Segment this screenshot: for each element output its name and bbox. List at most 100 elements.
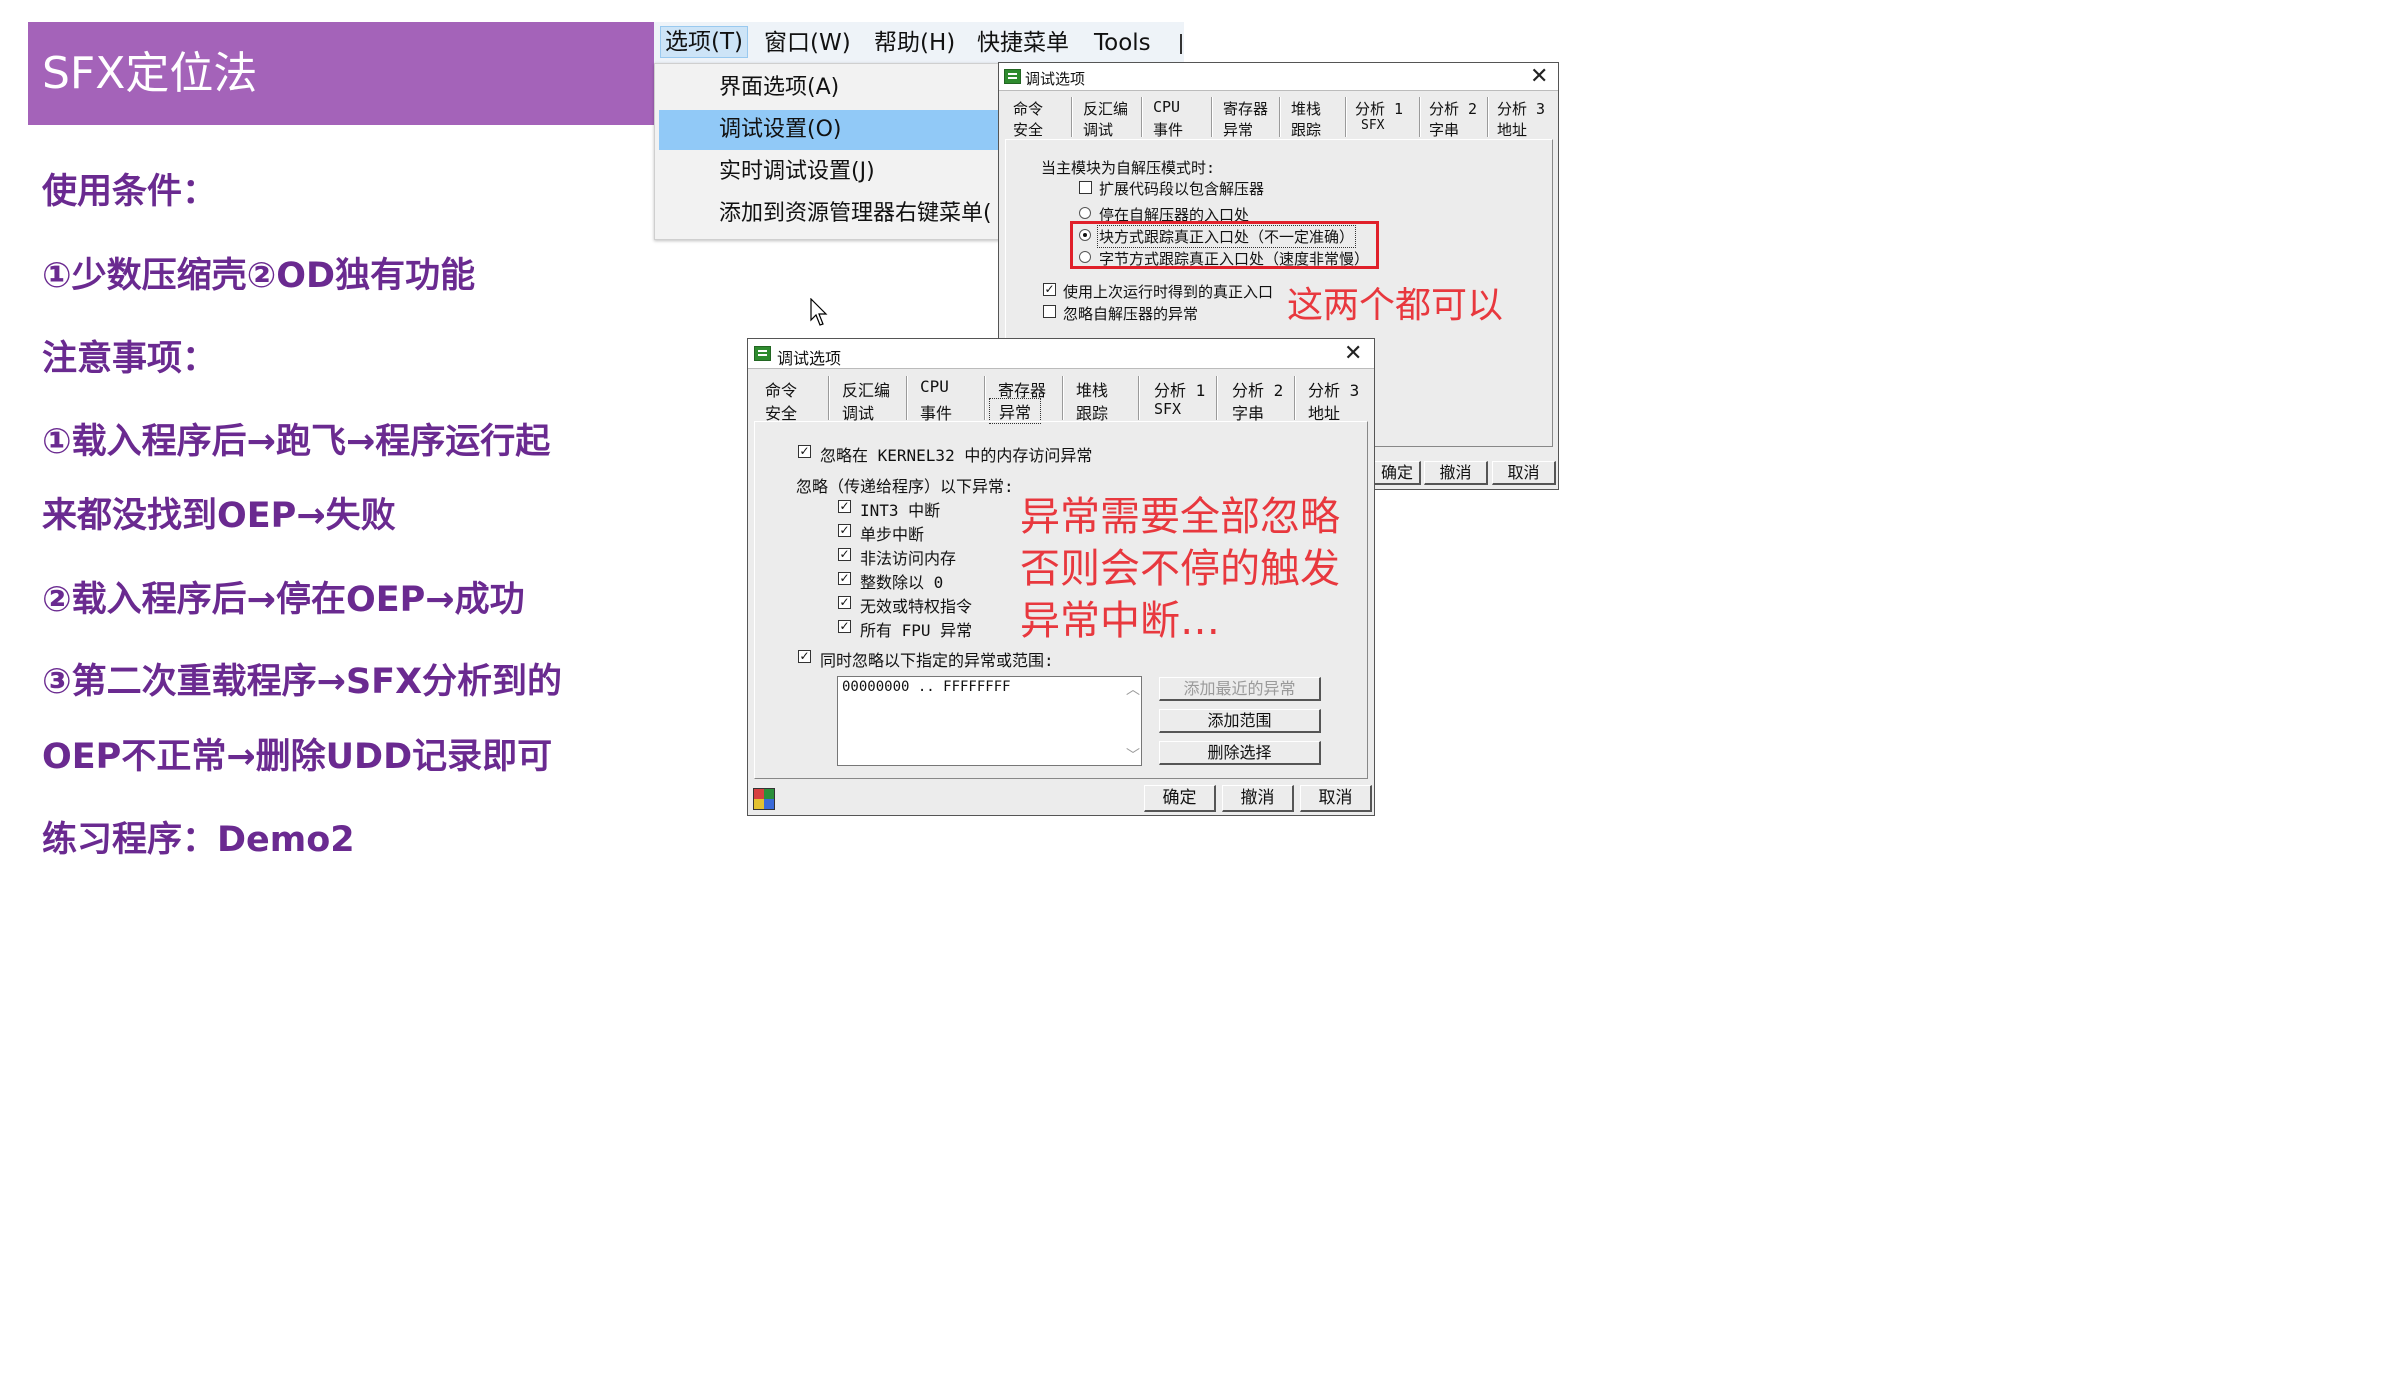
undo-button[interactable]: 撤消	[1222, 785, 1294, 812]
add-range-button[interactable]: 添加范围	[1159, 709, 1321, 733]
exception-access-violation-label: 非法访问内存	[860, 549, 957, 568]
menu-options[interactable]: 选项(T)	[660, 26, 748, 58]
ok-button[interactable]: 确定	[1144, 785, 1216, 812]
dialog-title: 调试选项	[1025, 70, 1086, 88]
exception-fpu-label: 所有 FPU 异常	[860, 621, 973, 640]
radio-stop-at-entry[interactable]	[1079, 207, 1091, 219]
tab-separator	[1211, 97, 1213, 137]
tab-debug[interactable]: 调试	[1083, 119, 1113, 140]
sfx-section-label: 当主模块为自解压模式时:	[1041, 159, 1216, 177]
exception-privileged-label: 无效或特权指令	[860, 597, 973, 616]
close-icon[interactable]: ✕	[1530, 66, 1548, 88]
dropdown-item-explorer-menu[interactable]: 添加到资源管理器右键菜单(	[659, 194, 999, 234]
slide-line-condition-detail: ①少数压缩壳②OD独有功能	[42, 256, 476, 296]
tab-command[interactable]: 命令	[765, 377, 797, 401]
options-dropdown: 界面选项(A) 调试设置(O) 实时调试设置(J) 添加到资源管理器右键菜单(	[654, 63, 1000, 240]
slide-line-note-1b: 来都没找到OEP→失败	[42, 496, 396, 536]
slide-line-note-1a: ①载入程序后→跑飞→程序运行起	[42, 422, 551, 462]
menu-shortcuts[interactable]: 快捷菜单	[977, 28, 1069, 58]
annotation-exceptions-line2: 否则会不停的触发	[1020, 546, 1340, 592]
slide-line-note-2: ②载入程序后→停在OEP→成功	[42, 580, 525, 620]
tab-events[interactable]: 事件	[1153, 119, 1183, 140]
ignore-sfx-exceptions-label: 忽略自解压器的异常	[1063, 305, 1199, 323]
tab-disasm[interactable]: 反汇编	[1083, 98, 1128, 119]
app-icon	[1004, 69, 1021, 84]
tab-stack[interactable]: 堆栈	[1076, 377, 1108, 401]
tab-exceptions[interactable]: 异常	[1223, 119, 1253, 140]
extend-code-checkbox[interactable]	[1079, 181, 1092, 194]
slide-line-notes: 注意事项：	[42, 339, 218, 379]
undo-button[interactable]: 撤消	[1424, 461, 1488, 485]
tab-analysis-3[interactable]: 分析 3	[1497, 98, 1545, 119]
range-list-item[interactable]: 00000000 .. FFFFFFFF	[842, 679, 1011, 695]
dropdown-item-jit-debug[interactable]: 实时调试设置(J)	[659, 152, 999, 192]
close-icon[interactable]: ✕	[1344, 343, 1362, 365]
slide-line-practice: 练习程序：Demo2	[42, 820, 355, 860]
delete-selection-button[interactable]: 删除选择	[1159, 741, 1321, 765]
exception-privileged-checkbox[interactable]: ✓	[838, 596, 851, 609]
exception-access-violation-checkbox[interactable]: ✓	[838, 548, 851, 561]
dropdown-item-debug-settings[interactable]: 调试设置(O)	[659, 110, 999, 150]
annotation-both-ok: 这两个都可以	[1287, 285, 1504, 326]
exception-int3-checkbox[interactable]: ✓	[838, 500, 851, 513]
add-recent-exception-button[interactable]: 添加最近的异常	[1159, 677, 1321, 701]
also-ignore-label: 同时忽略以下指定的异常或范围:	[820, 651, 1054, 670]
highlight-box	[1070, 221, 1379, 269]
extend-code-label: 扩展代码段以包含解压器	[1099, 180, 1265, 198]
tab-strings[interactable]: 字串	[1429, 119, 1459, 140]
exception-fpu-checkbox[interactable]: ✓	[838, 620, 851, 633]
tab-sfx-active[interactable]: SFX	[1361, 118, 1384, 133]
menu-separator	[1180, 34, 1182, 54]
tab-analysis-2[interactable]: 分析 2	[1232, 377, 1283, 401]
slide-line-conditions: 使用条件：	[42, 172, 218, 212]
tab-sfx[interactable]: SFX	[1154, 400, 1181, 418]
tab-separator	[1294, 376, 1296, 420]
tab-trace[interactable]: 跟踪	[1291, 119, 1321, 140]
exception-range-list[interactable]: 00000000 .. FFFFFFFF ︿ ﹀	[837, 676, 1142, 766]
tab-analysis-3[interactable]: 分析 3	[1308, 377, 1359, 401]
tab-analysis-2[interactable]: 分析 2	[1429, 98, 1477, 119]
tab-cpu[interactable]: CPU	[1153, 98, 1180, 116]
tab-analysis-1[interactable]: 分析 1	[1355, 98, 1403, 119]
tab-disasm[interactable]: 反汇编	[842, 377, 890, 401]
app-icon	[754, 346, 771, 361]
tab-separator	[1138, 376, 1140, 420]
tab-addresses[interactable]: 地址	[1497, 119, 1527, 140]
tab-command[interactable]: 命令	[1013, 98, 1043, 119]
ignore-kernel32-checkbox[interactable]: ✓	[798, 445, 811, 458]
cancel-button[interactable]: 取消	[1300, 785, 1372, 812]
tab-analysis-1[interactable]: 分析 1	[1154, 377, 1205, 401]
dialog-titlebar: 调试选项 ✕	[999, 63, 1558, 91]
menu-window[interactable]: 窗口(W)	[764, 28, 851, 58]
tab-stack[interactable]: 堆栈	[1291, 98, 1321, 119]
slide-line-note-3a: ③第二次重载程序→SFX分析到的	[42, 662, 563, 702]
tab-separator	[1419, 97, 1421, 137]
ignore-sfx-exceptions-checkbox[interactable]	[1043, 305, 1056, 318]
annotation-exceptions-line1: 异常需要全部忽略	[1020, 494, 1340, 540]
use-last-entry-label: 使用上次运行时得到的真正入口	[1063, 283, 1274, 301]
exception-div-zero-checkbox[interactable]: ✓	[838, 572, 851, 585]
scroll-up-icon[interactable]: ︿	[1126, 679, 1140, 699]
exception-single-step-checkbox[interactable]: ✓	[838, 524, 851, 537]
tab-separator	[1216, 376, 1218, 420]
dialog-title: 调试选项	[777, 349, 842, 368]
palette-icon[interactable]	[753, 788, 775, 810]
tab-separator	[1071, 97, 1073, 137]
tab-separator	[1279, 97, 1281, 137]
dropdown-item-ui-options[interactable]: 界面选项(A)	[659, 68, 999, 108]
use-last-entry-checkbox[interactable]: ✓	[1043, 283, 1056, 296]
menu-tools[interactable]: Tools	[1094, 28, 1151, 58]
tab-cpu[interactable]: CPU	[920, 377, 949, 396]
cancel-button[interactable]: 取消	[1492, 461, 1556, 485]
scroll-down-icon[interactable]: ﹀	[1126, 745, 1140, 765]
annotation-exceptions-line3: 异常中断…	[1020, 598, 1220, 644]
tab-separator	[1487, 97, 1489, 137]
tab-registers[interactable]: 寄存器	[1223, 98, 1268, 119]
slide-title: SFX定位法	[42, 48, 258, 99]
dialog-titlebar: 调试选项 ✕	[748, 339, 1374, 369]
tab-separator	[1062, 376, 1064, 420]
also-ignore-checkbox[interactable]: ✓	[798, 650, 811, 663]
tab-security[interactable]: 安全	[1013, 119, 1043, 140]
menu-help[interactable]: 帮助(H)	[874, 28, 955, 58]
exception-div-zero-label: 整数除以 0	[860, 573, 944, 592]
